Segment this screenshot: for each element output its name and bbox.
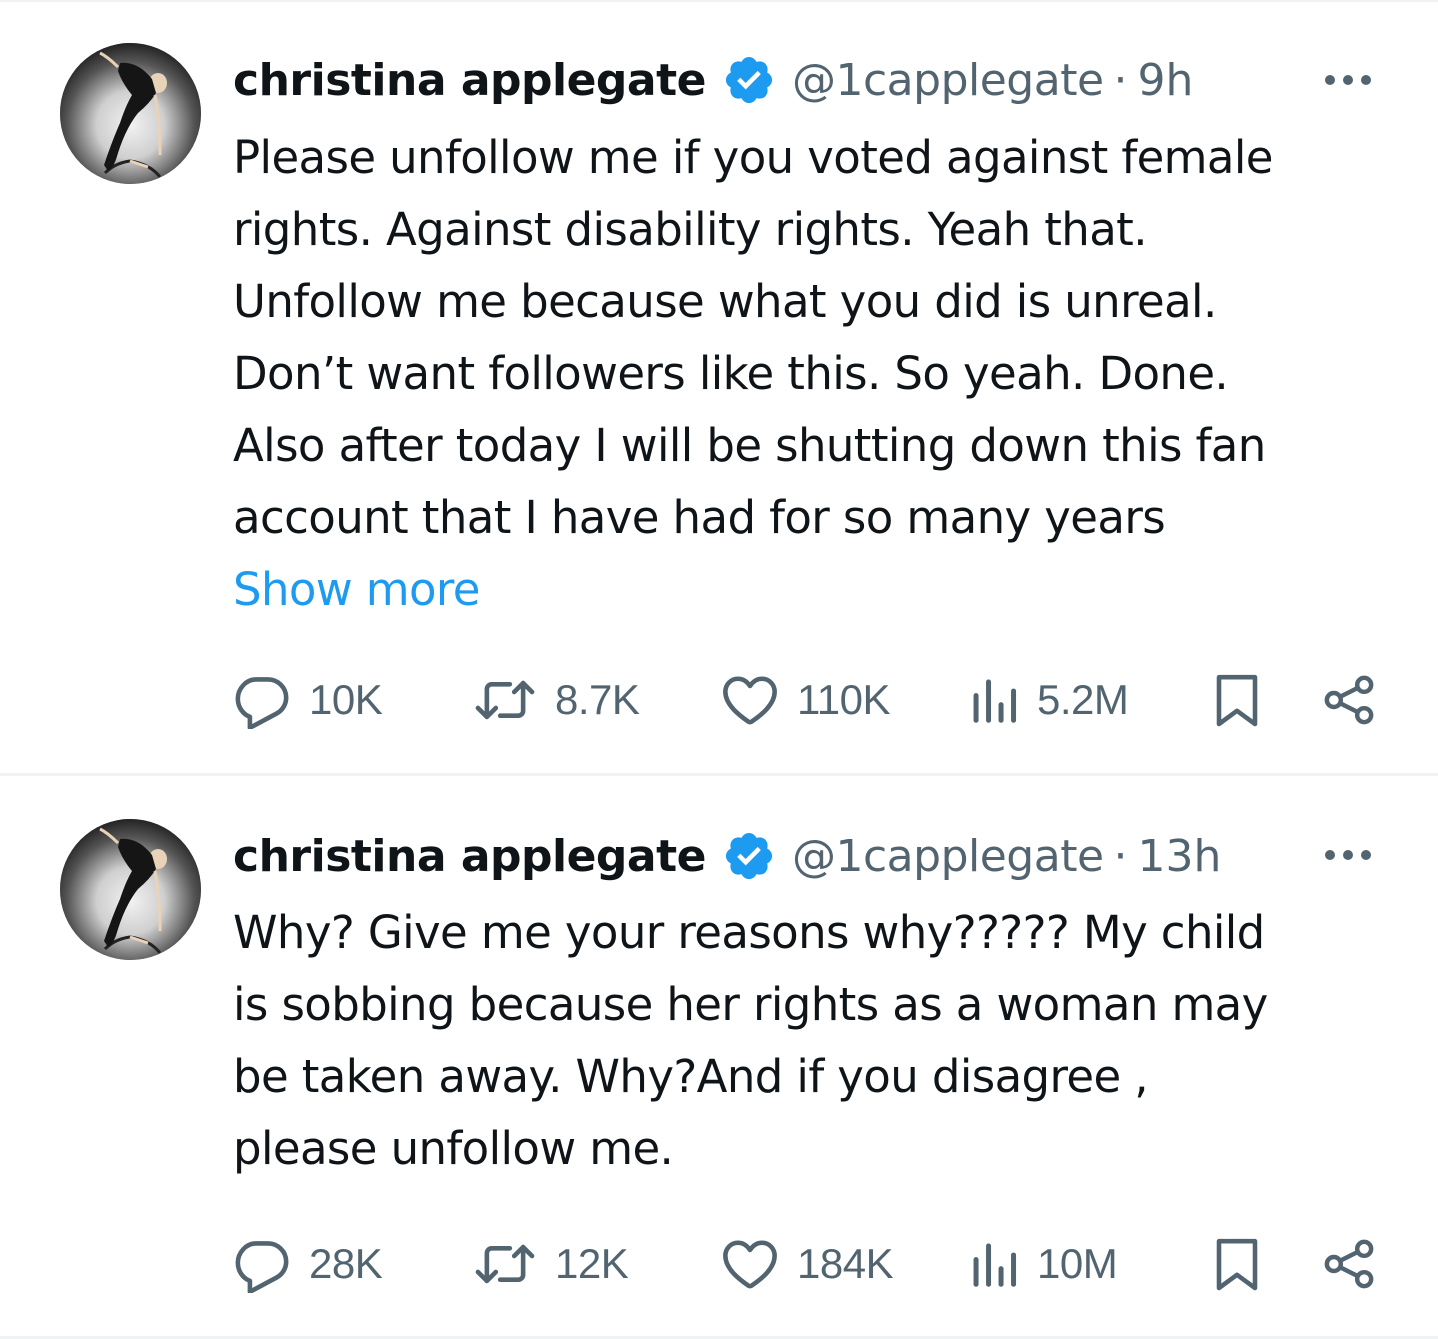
- retweet-icon: [473, 671, 537, 729]
- timestamp[interactable]: 13h: [1138, 831, 1222, 882]
- share-button[interactable]: [1321, 668, 1377, 732]
- views-button[interactable]: 5.2M: [969, 668, 1129, 732]
- tweet-header: christina applegate @1capplegate · 9h: [233, 50, 1193, 110]
- like-button[interactable]: 184K: [721, 1232, 894, 1296]
- reply-icon: [233, 671, 291, 729]
- tweet-text-line: Please unfollow me if you voted against …: [233, 131, 1273, 184]
- tweet-text-line: is sobbing because her rights as a woman…: [233, 978, 1268, 1031]
- share-icon: [1321, 1236, 1377, 1292]
- reply-icon: [233, 1235, 291, 1293]
- reply-count: 28K: [309, 1240, 383, 1287]
- handle[interactable]: @1capplegate: [792, 55, 1104, 106]
- retweet-count: 8.7K: [555, 676, 640, 723]
- tweet-divider: [0, 773, 1438, 776]
- tweet-text-line: account that I have had for so many year…: [233, 491, 1166, 544]
- tweet-text: Why? Give me your reasons why????? My ch…: [233, 897, 1393, 1185]
- retweet-button[interactable]: 8.7K: [473, 668, 640, 732]
- tweet-text-line: be taken away. Why?And if you disagree ,: [233, 1050, 1149, 1103]
- retweet-button[interactable]: 12K: [473, 1232, 629, 1296]
- tweet-text-line: Don’t want followers like this. So yeah.…: [233, 347, 1229, 400]
- action-bar: 28K 12K 184K 10M: [233, 1232, 1383, 1296]
- handle[interactable]: @1capplegate: [792, 831, 1104, 882]
- tweet[interactable]: christina applegate @1capplegate · 13h W…: [0, 777, 1438, 1337]
- views-count: 5.2M: [1037, 676, 1129, 723]
- separator: ·: [1113, 830, 1128, 882]
- more-options-icon[interactable]: [1322, 845, 1374, 865]
- bookmark-icon: [1213, 670, 1261, 730]
- share-button[interactable]: [1321, 1232, 1377, 1296]
- reply-button[interactable]: 28K: [233, 1232, 383, 1296]
- verified-badge-icon[interactable]: [722, 53, 776, 107]
- tweet-text-line: please unfollow me.: [233, 1122, 674, 1175]
- analytics-icon: [969, 1235, 1019, 1293]
- reply-button[interactable]: 10K: [233, 668, 383, 732]
- tweet-text-line: Unfollow me because what you did is unre…: [233, 275, 1217, 328]
- verified-badge-icon[interactable]: [722, 829, 776, 883]
- like-count: 110K: [797, 676, 890, 723]
- avatar[interactable]: [60, 43, 201, 184]
- like-button[interactable]: 110K: [721, 668, 890, 732]
- bookmark-button[interactable]: [1213, 1232, 1261, 1296]
- more-options-icon[interactable]: [1322, 70, 1374, 90]
- show-more-link[interactable]: Show more: [233, 554, 1393, 626]
- heart-icon: [721, 1235, 779, 1293]
- retweet-icon: [473, 1235, 537, 1293]
- bookmark-button[interactable]: [1213, 668, 1261, 732]
- timestamp[interactable]: 9h: [1138, 55, 1194, 106]
- retweet-count: 12K: [555, 1240, 629, 1287]
- separator: ·: [1113, 54, 1128, 106]
- tweet-text-line: Also after today I will be shutting down…: [233, 419, 1266, 472]
- avatar[interactable]: [60, 819, 201, 960]
- analytics-icon: [969, 671, 1019, 729]
- tweet-header: christina applegate @1capplegate · 13h: [233, 826, 1221, 886]
- reply-count: 10K: [309, 676, 383, 723]
- views-button[interactable]: 10M: [969, 1232, 1118, 1296]
- tweet-text-line: rights. Against disability rights. Yeah …: [233, 203, 1148, 256]
- share-icon: [1321, 672, 1377, 728]
- views-count: 10M: [1037, 1240, 1118, 1287]
- display-name[interactable]: christina applegate: [233, 831, 707, 882]
- heart-icon: [721, 671, 779, 729]
- display-name[interactable]: christina applegate: [233, 55, 707, 106]
- like-count: 184K: [797, 1240, 894, 1287]
- tweet-text-line: Why? Give me your reasons why????? My ch…: [233, 906, 1265, 959]
- action-bar: 10K 8.7K 110K 5.2M: [233, 668, 1383, 732]
- bookmark-icon: [1213, 1234, 1261, 1294]
- tweet-text: Please unfollow me if you voted against …: [233, 122, 1393, 626]
- tweet[interactable]: christina applegate @1capplegate · 9h Pl…: [0, 0, 1438, 775]
